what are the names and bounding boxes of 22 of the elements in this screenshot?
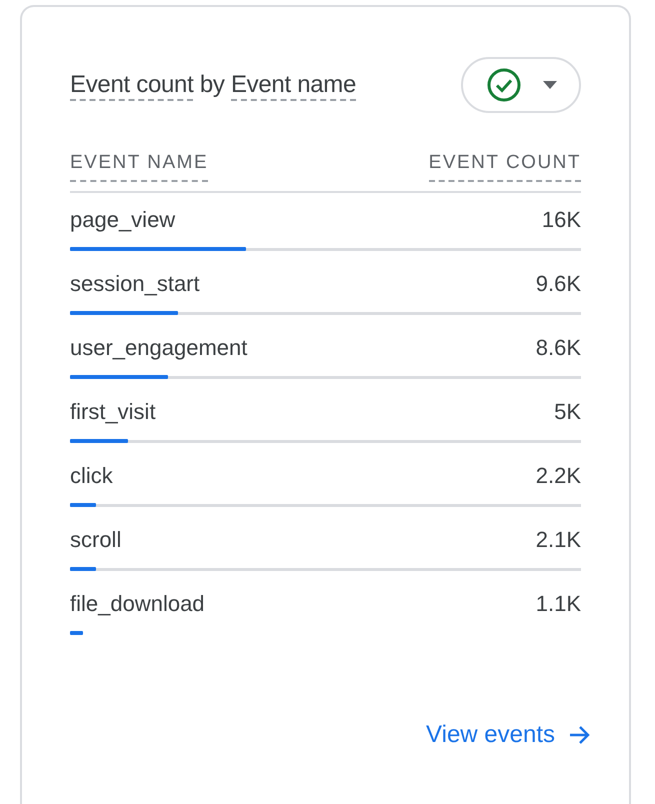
card-title: Event count by Event name — [70, 70, 356, 100]
event-name: file_download — [70, 590, 205, 616]
event-name: session_start — [70, 270, 200, 296]
arrow-right-icon — [569, 724, 591, 744]
event-count: 2.2K — [536, 462, 581, 488]
event-name: click — [70, 462, 113, 488]
column-header[interactable]: EVENT COUNT — [428, 149, 581, 182]
caret-icon — [542, 81, 556, 89]
event-count: 1.1K — [536, 590, 581, 616]
event-count: 9.6K — [536, 270, 581, 296]
event-count: 8.6K — [536, 334, 581, 360]
bar-fill — [70, 630, 83, 634]
view-events-link[interactable]: View events — [426, 716, 591, 752]
event-name: user_engagement — [70, 334, 248, 360]
event-name: first_visit — [70, 398, 156, 424]
event-count: 5K — [554, 398, 581, 424]
column-header[interactable]: EVENT NAME — [70, 149, 208, 182]
event-name: scroll — [70, 526, 122, 552]
event-count: 2.1K — [536, 526, 581, 552]
event-count: 16K — [542, 206, 581, 232]
check-circle-icon — [486, 67, 522, 103]
event-name: page_view — [70, 206, 176, 232]
